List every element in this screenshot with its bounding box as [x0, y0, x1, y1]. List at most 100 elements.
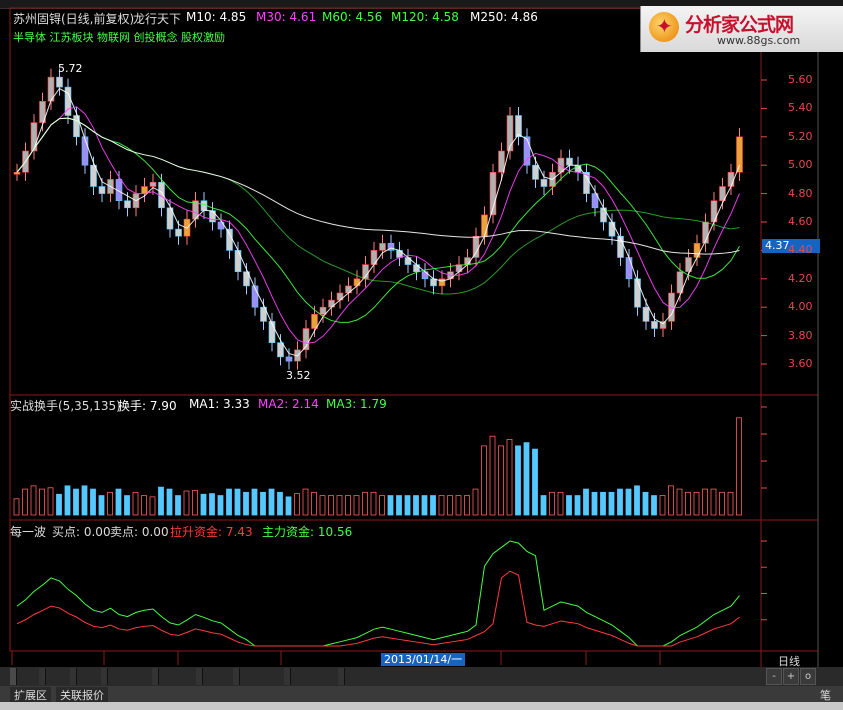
wave-title: 每一波: [10, 525, 47, 539]
price-tick-label: 3.80: [788, 328, 813, 342]
stock-title: 苏州固锝(日线,前复权): [13, 12, 135, 26]
kline-chart[interactable]: [0, 0, 843, 710]
turnover-bar: [693, 491, 700, 516]
tab-3[interactable]: [101, 668, 108, 685]
turnover-bar: [413, 495, 419, 516]
turnover-bar: [302, 488, 309, 516]
candle: [727, 172, 735, 187]
turnover-bar: [668, 485, 674, 516]
ma10-value: M10: 4.85: [186, 10, 247, 24]
candle: [285, 356, 293, 362]
turnover-bar: [115, 488, 122, 516]
turnover-bar: [464, 495, 470, 516]
tab-related-quotes[interactable]: 关联报价: [56, 687, 108, 703]
candle: [149, 181, 157, 187]
turnover-bar: [175, 495, 181, 516]
turnover-bar: [56, 493, 62, 516]
turnover-bar: [73, 488, 79, 516]
turnover-bar: [319, 495, 326, 516]
candle-series: [13, 68, 743, 370]
logo-url: www.88gs.com: [717, 34, 801, 47]
turnover-bar: [710, 488, 717, 516]
candle: [404, 257, 412, 265]
candle: [277, 342, 284, 358]
turnover-ma1: MA1: 3.33: [189, 397, 250, 411]
turnover-bar: [47, 487, 54, 516]
candle: [540, 179, 548, 187]
turnover-bar: [727, 491, 734, 516]
price-tick-label: 4.60: [788, 215, 813, 228]
turnover-bar: [149, 496, 156, 516]
cursor-date: 2013/01/14/一: [381, 653, 466, 666]
turnover-bar: [370, 491, 377, 516]
pull-fund-line: [16, 570, 740, 647]
turnover-value: 换手: 7.90: [118, 399, 177, 413]
candle: [625, 257, 633, 280]
status-char: 笔: [820, 689, 831, 702]
turnover-bars: [13, 417, 742, 516]
ma-lines: [16, 87, 740, 357]
turnover-bar: [702, 488, 708, 516]
tab-1[interactable]: [39, 668, 46, 685]
tab-extension[interactable]: 扩展区: [10, 687, 51, 703]
candle: [515, 115, 522, 138]
candle: [498, 150, 505, 173]
turnover-bar: [447, 495, 453, 516]
wave-pull-fund: 拉升资金: 7.43: [170, 525, 253, 539]
turnover-bar: [158, 486, 164, 516]
candle: [642, 306, 650, 322]
tab-5[interactable]: [196, 668, 203, 685]
candle: [523, 136, 531, 166]
candle: [736, 136, 743, 173]
turnover-bar: [30, 485, 37, 516]
tab-0[interactable]: [10, 668, 17, 685]
wave-sell: 卖点: 0.00: [110, 525, 169, 539]
candle: [226, 228, 233, 251]
candle: [13, 172, 21, 175]
wave-main-fund: 主力资金: 10.56: [262, 525, 353, 539]
turnover-bar: [583, 488, 589, 516]
restore-button[interactable]: o: [800, 668, 816, 685]
turnover-bar: [209, 493, 215, 516]
ma-line-6: [16, 106, 740, 344]
candle: [209, 210, 216, 223]
wave-buy: 买点: 0.00: [52, 525, 111, 539]
turnover-bar: [574, 495, 581, 516]
tab-6[interactable]: [233, 668, 240, 685]
turnover-bar: [625, 488, 632, 516]
price-tick-label: 3.60: [788, 357, 813, 370]
candle: [234, 250, 242, 272]
turnover-bar: [200, 493, 207, 516]
turnover-bar: [379, 495, 385, 516]
tab-8[interactable]: [338, 668, 345, 685]
zoom-out-button[interactable]: -: [766, 668, 782, 685]
turnover-bar: [472, 488, 479, 516]
candle: [353, 278, 361, 287]
site-logo: 分析家公式网 www.88gs.com: [640, 6, 843, 52]
candle: [345, 285, 352, 294]
turnover-ma3: MA3: 1.79: [326, 397, 387, 411]
ma120-value: M120: 4.58: [391, 10, 459, 24]
turnover-bar: [719, 491, 725, 516]
turnover-bar: [132, 491, 139, 516]
zoom-in-button[interactable]: +: [783, 668, 799, 685]
turnover-title: 实战换手(5,35,135): [10, 399, 121, 413]
candle: [56, 76, 63, 88]
tab-2[interactable]: [70, 668, 77, 685]
candle: [328, 299, 335, 308]
turnover-bar: [226, 488, 232, 516]
price-tick-label: 5.20: [788, 129, 813, 143]
turnover-bar: [634, 485, 640, 516]
candle: [634, 278, 641, 308]
price-tick-label: 5.40: [788, 101, 813, 115]
candle: [311, 313, 318, 329]
high-price-label: 5.72: [58, 62, 83, 75]
turnover-bar: [22, 488, 28, 516]
turnover-ma2: MA2: 2.14: [258, 397, 319, 411]
turnover-bar: [336, 495, 343, 516]
tab-7[interactable]: [284, 668, 291, 685]
price-tick-label: 4.80: [788, 186, 813, 200]
tab-4[interactable]: [152, 668, 159, 685]
candle: [124, 200, 131, 209]
turnover-bar: [294, 493, 300, 516]
